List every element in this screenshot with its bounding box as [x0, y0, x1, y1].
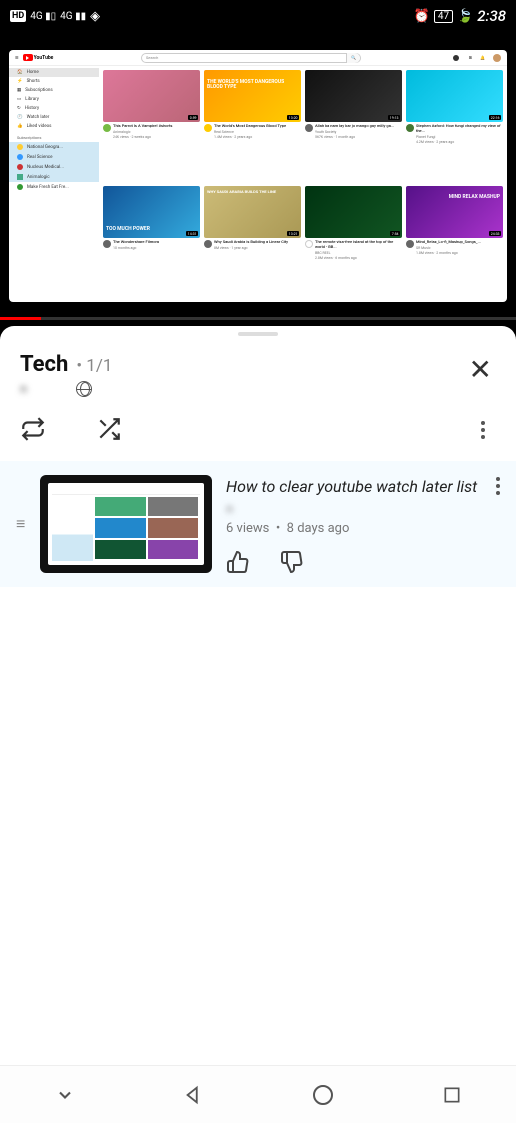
globe-icon	[76, 381, 92, 397]
battery-indicator: 47	[434, 10, 453, 23]
nav-collapse-button[interactable]	[52, 1082, 78, 1108]
alarm-icon: ⏰	[414, 9, 430, 24]
video-card[interactable]: MIND RELAX MASHUP24:33Mind_Relax_Lo-fi_M…	[406, 186, 503, 298]
playlist-item[interactable]: ≡ How to clear youtube watch l	[0, 461, 516, 587]
close-button[interactable]: ✕	[465, 352, 496, 388]
mic-icon[interactable]	[453, 55, 459, 61]
sidebar-item-liked[interactable]: 👍 Liked videos	[9, 122, 99, 131]
sheet-header: Tech • 1/1 n ✕	[0, 336, 516, 405]
hamburger-icon[interactable]: ☰	[15, 55, 19, 60]
shuffle-button[interactable]	[96, 416, 122, 442]
dislike-button[interactable]	[280, 550, 302, 572]
apps-icon[interactable]: ⊞	[469, 55, 472, 60]
sidebar-sub-2[interactable]: Nucleus Medical...	[9, 162, 99, 172]
sidebar-item-history[interactable]: ↻ History	[9, 104, 99, 113]
video-card[interactable]: 7:54The remote visa-free island at the t…	[305, 186, 402, 298]
hd-badge: HD	[10, 10, 26, 22]
like-button[interactable]	[226, 550, 248, 572]
item-more-button[interactable]	[496, 477, 500, 495]
playlist-controls	[0, 405, 516, 461]
status-bar: HD 4G ▮▯ 4G ▮▮ ◈ ⏰ 47 🍃 2:38	[0, 0, 516, 32]
search-icon[interactable]: 🔍	[346, 53, 360, 63]
video-card[interactable]: 0:59This Parrot Is A Vampire! #shortsAni…	[103, 70, 200, 182]
video-grid: 0:59This Parrot Is A Vampire! #shortsAni…	[99, 66, 507, 302]
sidebar-subs-header: Subscriptions	[9, 131, 99, 142]
status-right: ⏰ 47 🍃 2:38	[414, 7, 506, 25]
video-card[interactable]: 22:16Stephen Axford: How fungi changed m…	[406, 70, 503, 182]
signal-2: 4G ▮▮	[60, 11, 86, 22]
sidebar-item-library[interactable]: ▭ Library	[9, 95, 99, 104]
playlist-item-thumbnail[interactable]	[40, 475, 212, 573]
notifications-icon[interactable]: 🔔	[480, 55, 485, 60]
avatar[interactable]	[493, 54, 501, 62]
video-player-area[interactable]: ☰ YouTube Search 🔍 ⊞ 🔔 🏠 Home ⚡ Shorts ▦…	[0, 32, 516, 320]
sidebar-sub-4[interactable]: Make Fresh Eat Fre...	[9, 182, 99, 192]
search-input[interactable]: Search 🔍	[141, 53, 361, 63]
video-progress-track[interactable]	[0, 317, 516, 320]
signal-1: 4G ▮▯	[30, 11, 56, 22]
system-nav-bar	[0, 1065, 516, 1123]
wifi-icon: ◈	[90, 9, 100, 24]
video-card[interactable]: 19:13Allah ka nam lay kar jo mango gay m…	[305, 70, 402, 182]
playlist-item-meta: 6 views • 8 days ago	[226, 521, 482, 536]
clock: 2:38	[477, 7, 506, 25]
sidebar-sub-1[interactable]: Real Science	[9, 152, 99, 162]
video-card[interactable]: TOO MUCH POWER14:31The Wondershare Filmo…	[103, 186, 200, 298]
video-card[interactable]: THE WORLD'S MOST DANGEROUS BLOOD TYPE13:…	[204, 70, 301, 182]
video-card[interactable]: WHY SAUDI ARABIA BUILDS THE LINE13:21Why…	[204, 186, 301, 298]
playlist-sheet: Tech • 1/1 n ✕ ≡	[0, 326, 516, 1123]
loop-button[interactable]	[20, 416, 46, 442]
sidebar-item-home[interactable]: 🏠 Home	[9, 68, 99, 77]
playlist-more-button[interactable]	[470, 417, 496, 443]
sidebar-item-shorts[interactable]: ⚡ Shorts	[9, 77, 99, 86]
youtube-logo[interactable]: YouTube	[23, 54, 54, 61]
video-thumbnail-content: ☰ YouTube Search 🔍 ⊞ 🔔 🏠 Home ⚡ Shorts ▦…	[9, 50, 507, 302]
nav-recents-button[interactable]	[439, 1082, 465, 1108]
nav-back-button[interactable]	[181, 1082, 207, 1108]
sidebar-sub-0[interactable]: National Geogra...	[9, 142, 99, 152]
leaf-icon: 🍃	[457, 9, 473, 24]
sidebar-item-watch-later[interactable]: 🕐 Watch later	[9, 113, 99, 122]
sidebar-sub-3[interactable]: Animalogic	[9, 172, 99, 182]
yt-sidebar: 🏠 Home ⚡ Shorts ▦ Subscriptions ▭ Librar…	[9, 66, 99, 302]
playlist-item-info: How to clear youtube watch later list n …	[226, 475, 482, 572]
drag-handle-icon[interactable]: ≡	[16, 514, 26, 534]
video-progress-fill	[0, 317, 41, 320]
playlist-position: • 1/1	[76, 356, 112, 376]
playlist-title: Tech	[20, 352, 68, 377]
nav-home-button[interactable]	[310, 1082, 336, 1108]
playlist-item-author: n	[226, 502, 286, 517]
playlist-item-title: How to clear youtube watch later list	[226, 477, 482, 498]
playlist-author: n	[20, 382, 70, 397]
sidebar-item-subscriptions[interactable]: ▦ Subscriptions	[9, 86, 99, 95]
status-left: HD 4G ▮▯ 4G ▮▮ ◈	[10, 9, 100, 24]
